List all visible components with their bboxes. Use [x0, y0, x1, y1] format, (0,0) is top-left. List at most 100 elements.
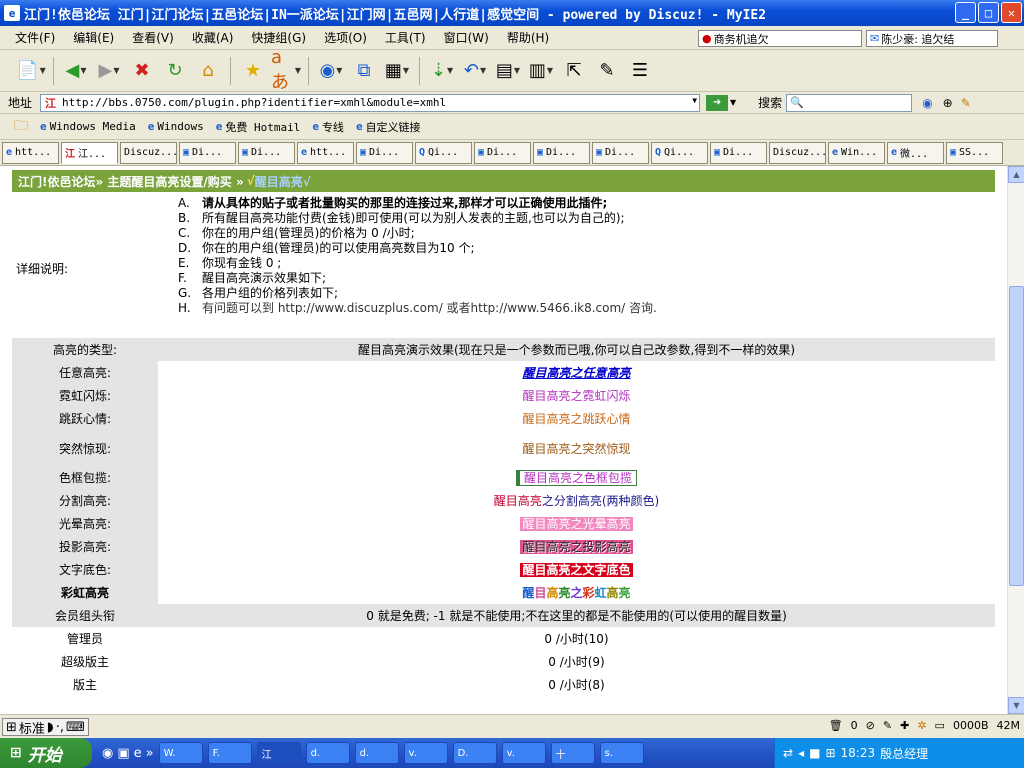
menu-file[interactable]: 文件(F) [6, 29, 64, 46]
chevron-down-icon[interactable]: ▼ [730, 98, 736, 107]
plugin-icon[interactable]: ✚ [900, 719, 909, 732]
refresh-button[interactable]: ↻ [160, 56, 190, 86]
menu-favorites[interactable]: 收藏(A) [183, 29, 243, 46]
task-button[interactable]: s. [599, 742, 644, 764]
task-button[interactable]: D. [452, 742, 497, 764]
link-windows[interactable]: e Windows [148, 120, 204, 133]
folder-icon[interactable]: 🗀 [14, 115, 28, 139]
search-engine-icon[interactable]: ◉ [922, 96, 932, 110]
tab-page[interactable]: Q Qi... [651, 141, 708, 164]
task-button[interactable]: 十 [550, 742, 595, 764]
ime-mode[interactable]: 标准 [19, 718, 45, 737]
scroll-thumb[interactable] [1009, 286, 1024, 586]
punctuation-icon[interactable]: ·, [56, 720, 64, 735]
menu-view[interactable]: 查看(V) [123, 29, 183, 46]
search-input[interactable]: 🔍 [786, 93, 913, 112]
scroll-down-button[interactable]: ▼ [1008, 697, 1024, 714]
browser-icon[interactable]: ◉ [102, 746, 113, 761]
keyboard-icon[interactable]: ⌨ [66, 720, 85, 735]
tab-page[interactable]: e Win... [828, 141, 885, 164]
task-button[interactable]: W. [158, 742, 203, 764]
new-window-button[interactable]: 📄 ▼ [16, 56, 46, 86]
tile-icon[interactable]: ▤ ▼ [493, 56, 523, 86]
forward-button[interactable]: ▶ ▼ [94, 56, 124, 86]
vertical-scrollbar[interactable]: ▲ ▼ [1007, 166, 1024, 714]
start-button[interactable]: ⊞ 开始 [0, 738, 92, 768]
highlight-icon[interactable]: ⊕ [943, 96, 953, 110]
breadcrumb-text[interactable]: 江门!依邑论坛» 主题醒目高亮设置/购买 » [18, 173, 244, 190]
ie-icon[interactable]: e [4, 5, 20, 21]
volume-icon[interactable]: ◂ [798, 746, 804, 760]
link-custom[interactable]: e 自定义链接 [356, 119, 421, 135]
ime-icon[interactable]: ⊞ [6, 720, 17, 735]
ie-icon[interactable]: e [134, 746, 142, 761]
menu-help[interactable]: 帮助(H) [498, 29, 558, 46]
edit-icon[interactable]: ✎ [592, 56, 622, 86]
more-icon[interactable]: » [146, 746, 154, 761]
tab-page[interactable]: e 微... [887, 141, 944, 164]
tab-page[interactable]: ▣ Di... [533, 141, 590, 164]
task-button[interactable]: v. [501, 742, 546, 764]
tab-page[interactable]: Discuz... [769, 141, 826, 164]
task-button[interactable]: d. [305, 742, 350, 764]
globe-icon[interactable]: ◉ ▼ [316, 56, 346, 86]
tab-page[interactable]: ▣ Di... [238, 141, 295, 164]
tab-page[interactable]: e htt... [297, 141, 354, 164]
task-button-active[interactable]: 江 [256, 742, 301, 764]
ime-bar[interactable]: ⊞ 标准 ◗ ·, ⌨ [2, 718, 89, 737]
tab-page[interactable]: ▣ Di... [474, 141, 531, 164]
tab-page[interactable]: e htt... [2, 141, 59, 164]
chevron-down-icon[interactable]: ▼ [692, 96, 697, 105]
back-button[interactable]: ◀ ▼ [61, 56, 91, 86]
block-icon[interactable]: ⊘ [866, 719, 875, 732]
half-moon-icon[interactable]: ◗ [47, 720, 54, 735]
window-icon[interactable]: ▭ [935, 719, 945, 732]
menu-groups[interactable]: 快捷组(G) [242, 29, 315, 46]
task-button[interactable]: F. [207, 742, 252, 764]
undo-close-icon[interactable]: ↶ ▼ [460, 56, 490, 86]
list-icon[interactable]: ☰ [625, 56, 655, 86]
network-icon[interactable]: ⇄ [783, 746, 793, 760]
tab-page[interactable]: Discuz... [120, 141, 177, 164]
maximize-button[interactable]: □ [978, 2, 999, 23]
minimize-button[interactable]: _ [955, 2, 976, 23]
security-icon[interactable]: ■ [809, 746, 820, 760]
task-button[interactable]: d. [354, 742, 399, 764]
tab-page[interactable]: ▣ Di... [592, 141, 649, 164]
menu-tools[interactable]: 工具(T) [376, 29, 435, 46]
stop-button[interactable]: ✖ [127, 56, 157, 86]
gear-icon[interactable]: ✲ [917, 719, 926, 732]
tab-page[interactable]: Q Qi... [415, 141, 472, 164]
demo-sample-any[interactable]: 醒目高亮之任意高亮 [522, 366, 630, 380]
news-ticker-2[interactable]: ✉ 陈少豪: 追欠结 [866, 30, 998, 47]
link-zhuanxian[interactable]: e 专线 [312, 119, 344, 135]
task-button[interactable]: v. [403, 742, 448, 764]
home-button[interactable]: ⌂ [193, 56, 223, 86]
marker-icon[interactable]: ✎ [961, 96, 971, 110]
menu-window[interactable]: 窗口(W) [435, 29, 498, 46]
close-button[interactable]: ✕ [1001, 2, 1022, 23]
ime-icon[interactable]: ⊞ [825, 746, 835, 760]
tab-page[interactable]: ▣ Di... [356, 141, 413, 164]
edit-icon[interactable]: ✎ [883, 719, 892, 732]
translate-button[interactable]: aあ ▼ [271, 47, 301, 93]
popup-icon[interactable]: ⧉ [349, 56, 379, 86]
column-icon[interactable]: ▥ ▼ [526, 56, 556, 86]
tab-page[interactable]: ▣ Di... [179, 141, 236, 164]
clock[interactable]: 18:23 [841, 746, 876, 760]
tab-page[interactable]: ▣ SS... [946, 141, 1003, 164]
desktop-icon[interactable]: ▣ [117, 746, 129, 761]
menu-options[interactable]: 选项(O) [315, 29, 376, 46]
menu-edit[interactable]: 编辑(E) [64, 29, 123, 46]
scroll-up-button[interactable]: ▲ [1008, 166, 1024, 183]
trash-icon[interactable]: 🗑 [829, 719, 843, 732]
list-item[interactable]: H. 有问题可以到 http://www.discuzplus.com/ 或者ht… [178, 301, 657, 316]
link-windows-media[interactable]: e Windows Media [40, 120, 136, 133]
tab-page[interactable]: ▣ Di... [710, 141, 767, 164]
save-page-icon[interactable]: ⇱ [559, 56, 589, 86]
favorites-star-icon[interactable]: ★ [238, 56, 268, 86]
address-input[interactable]: 江 http://bbs.0750.com/plugin.php?identif… [40, 93, 701, 112]
news-ticker-1[interactable]: ● 商务机追欠 [698, 30, 862, 47]
tab-page-active[interactable]: 江江... [61, 141, 118, 164]
download-icon[interactable]: ⇣ ▼ [427, 56, 457, 86]
